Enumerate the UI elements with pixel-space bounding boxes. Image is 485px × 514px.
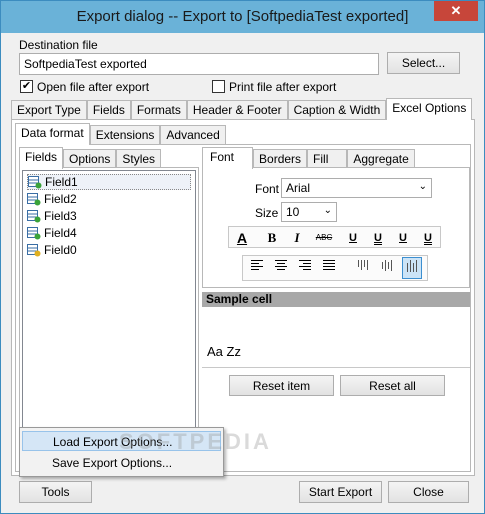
list-item[interactable]: Field4 (27, 225, 77, 241)
list-item[interactable]: Field3 (27, 208, 77, 224)
align-justify-icon[interactable] (319, 259, 339, 277)
field-icon (27, 209, 41, 223)
open-after-export-checkbox[interactable]: ✔ (20, 80, 33, 93)
tab-data-format[interactable]: Data format (15, 123, 90, 145)
reset-item-button[interactable]: Reset item (229, 375, 334, 396)
tab-font[interactable]: Font (202, 147, 254, 169)
menu-item-save-export-options[interactable]: Save Export Options... (22, 453, 221, 473)
field-label: Field3 (44, 209, 77, 223)
font-select[interactable]: Arial ⌄ (281, 178, 432, 198)
field-icon (28, 175, 42, 189)
font-label: Font (255, 182, 280, 196)
start-export-button[interactable]: Start Export (299, 481, 382, 503)
open-after-export-label: Open file after export (37, 80, 150, 94)
chevron-down-icon: ⌄ (323, 205, 332, 216)
list-item[interactable]: Field0 (27, 242, 77, 258)
field-label: Field1 (45, 175, 78, 189)
field-icon (27, 192, 41, 206)
sample-cell-header: Sample cell (202, 292, 470, 307)
tab-extensions[interactable]: Extensions (89, 125, 161, 145)
list-item[interactable]: Field2 (27, 191, 77, 207)
window-title: Export dialog -- Export to [SoftpediaTes… (76, 8, 409, 25)
valign-center-icon[interactable] (377, 259, 397, 277)
font-color-button[interactable]: A (232, 229, 252, 247)
align-right-icon[interactable] (295, 259, 315, 277)
export-dialog: Export dialog -- Export to [SoftpediaTes… (0, 0, 485, 514)
print-after-export-label: Print file after export (229, 80, 337, 94)
print-after-export-checkbox[interactable] (212, 80, 225, 93)
right-tabs: Font Borders Fill Aggregate (202, 147, 415, 169)
tab-advanced[interactable]: Advanced (160, 125, 226, 145)
underline-single-button[interactable]: U (343, 229, 363, 247)
sample-cell-text: Aa Zz (207, 344, 241, 359)
field-key-icon (27, 243, 41, 257)
strikethrough-button[interactable]: ABC (311, 229, 337, 247)
bold-button[interactable]: B (262, 229, 282, 247)
title-bar: Export dialog -- Export to [SoftpediaTes… (1, 1, 484, 33)
tab-left-fields[interactable]: Fields (19, 147, 64, 169)
tab-excel-options[interactable]: Excel Options (386, 98, 473, 120)
divider (202, 367, 470, 368)
valign-top-icon[interactable] (353, 259, 373, 277)
alignment-toolbar (242, 255, 428, 281)
field-label: Field0 (44, 243, 77, 257)
select-file-button[interactable]: Select... (387, 52, 460, 74)
fields-listbox[interactable]: Field1 Field2 Field3 Field4 Field0 (22, 170, 196, 432)
tab-left-options[interactable]: Options (63, 149, 117, 169)
size-select[interactable]: 10 ⌄ (281, 202, 337, 222)
underline-accounting-button[interactable]: U (393, 229, 413, 247)
align-center-icon[interactable] (271, 259, 291, 277)
destination-file-input[interactable]: SoftpediaTest exported (19, 53, 379, 75)
italic-button[interactable]: I (287, 229, 307, 247)
size-label: Size (255, 206, 279, 220)
reset-all-button[interactable]: Reset all (340, 375, 445, 396)
chevron-down-icon: ⌄ (418, 181, 427, 192)
sub-tabs: Data format Extensions Advanced (15, 123, 226, 145)
tab-formats[interactable]: Formats (130, 100, 187, 120)
valign-bottom-icon[interactable] (402, 257, 422, 279)
main-tabs: Export Type Fields Formats Header & Foot… (11, 98, 473, 120)
tab-header-footer[interactable]: Header & Footer (186, 100, 288, 120)
tab-export-type[interactable]: Export Type (11, 100, 87, 120)
font-select-value: Arial (286, 181, 311, 195)
destination-label: Destination file (19, 38, 98, 52)
tab-aggregate[interactable]: Aggregate (347, 149, 415, 169)
field-label: Field2 (44, 192, 77, 206)
align-left-icon[interactable] (247, 259, 267, 277)
window-close-button[interactable]: ✕ (434, 1, 478, 21)
tab-left-styles[interactable]: Styles (116, 149, 162, 169)
close-button[interactable]: Close (388, 481, 469, 503)
left-tabs: Fields Options Styles (19, 147, 162, 169)
watermark-logo: SOFTPEDIA (119, 429, 272, 454)
size-select-value: 10 (286, 205, 300, 219)
field-icon (27, 226, 41, 240)
tab-fill[interactable]: Fill (307, 149, 348, 169)
tools-button[interactable]: Tools (19, 481, 92, 503)
underline-double-button[interactable]: U (368, 229, 388, 247)
underline-double-accounting-button[interactable]: U (418, 229, 438, 247)
tab-fields[interactable]: Fields (86, 100, 131, 120)
font-style-toolbar: A B I ABC U U U U (228, 226, 441, 248)
tab-borders[interactable]: Borders (253, 149, 308, 169)
field-label: Field4 (44, 226, 77, 240)
tab-caption-width[interactable]: Caption & Width (287, 100, 387, 120)
list-item[interactable]: Field1 (27, 174, 191, 190)
